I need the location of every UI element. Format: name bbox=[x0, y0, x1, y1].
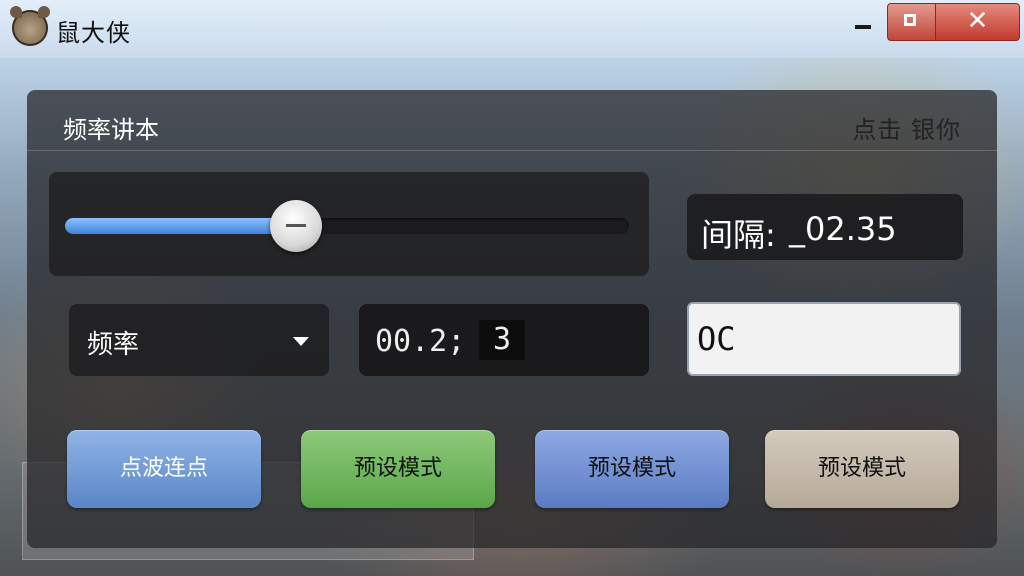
preset-mode-button-green[interactable]: 预设模式 bbox=[301, 430, 495, 508]
interval-value: _02.35 bbox=[789, 210, 897, 248]
chevron-down-icon bbox=[293, 337, 309, 346]
preset-mode-button-blue[interactable]: 预设模式 bbox=[535, 430, 729, 508]
mouse-avatar-icon bbox=[10, 6, 48, 46]
slider-fill bbox=[65, 218, 297, 234]
slider-thumb[interactable] bbox=[270, 200, 323, 252]
value-field-primary: 00.2; bbox=[375, 324, 466, 359]
title-bar: 鼠大侠 ✕ bbox=[0, 0, 1024, 58]
value-field[interactable]: 00.2; 3 bbox=[359, 304, 649, 376]
panel-header-right-text: 点击 银你 bbox=[852, 116, 961, 144]
slider-track[interactable] bbox=[65, 200, 629, 252]
close-button[interactable]: ✕ bbox=[935, 3, 1020, 41]
value-field-secondary: 3 bbox=[479, 320, 525, 360]
interval-display: 间隔: _02.35 bbox=[687, 194, 963, 260]
hotkey-input[interactable]: OC bbox=[687, 302, 961, 376]
panel-header: 频率讲本 点击 银你 bbox=[27, 90, 997, 151]
interval-label: 间隔: bbox=[701, 216, 776, 254]
minimize-button[interactable] bbox=[848, 8, 878, 42]
wave-click-button[interactable]: 点波连点 bbox=[67, 430, 261, 508]
app-title: 鼠大侠 bbox=[56, 19, 131, 47]
main-panel: 频率讲本 点击 银你 间隔: _02.35 频率 00.2; 3 OC 点波连点… bbox=[27, 90, 997, 548]
maximize-button[interactable] bbox=[887, 3, 936, 41]
preset-mode-button-beige[interactable]: 预设模式 bbox=[765, 430, 959, 508]
panel-title: 频率讲本 bbox=[63, 116, 159, 144]
mode-dropdown[interactable]: 频率 bbox=[69, 304, 329, 376]
frequency-slider-container bbox=[49, 172, 649, 276]
dropdown-selected-value: 频率 bbox=[87, 330, 140, 360]
